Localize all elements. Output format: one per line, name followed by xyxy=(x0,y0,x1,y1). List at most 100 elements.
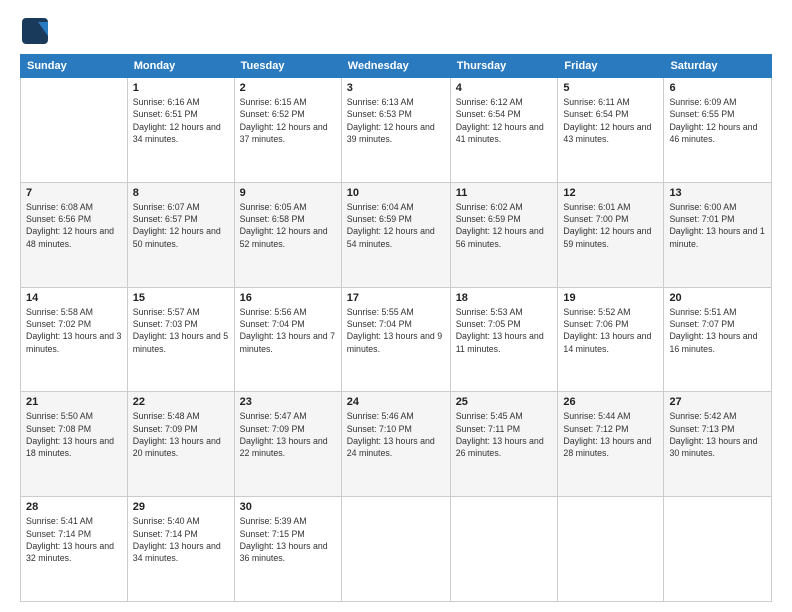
day-info: Sunrise: 6:11 AMSunset: 6:54 PMDaylight:… xyxy=(563,96,658,145)
logo-icon xyxy=(20,16,50,46)
day-cell: 14 Sunrise: 5:58 AMSunset: 7:02 PMDayligh… xyxy=(21,287,128,392)
day-cell: 10 Sunrise: 6:04 AMSunset: 6:59 PMDayligh… xyxy=(341,182,450,287)
day-info: Sunrise: 5:57 AMSunset: 7:03 PMDaylight:… xyxy=(133,306,229,355)
day-cell: 3 Sunrise: 6:13 AMSunset: 6:53 PMDaylight… xyxy=(341,78,450,183)
day-cell: 2 Sunrise: 6:15 AMSunset: 6:52 PMDaylight… xyxy=(234,78,341,183)
day-info: Sunrise: 6:13 AMSunset: 6:53 PMDaylight:… xyxy=(347,96,445,145)
day-info: Sunrise: 6:09 AMSunset: 6:55 PMDaylight:… xyxy=(669,96,766,145)
day-cell: 8Sunrise: 6:07 AMSunset: 6:57 PMDaylight… xyxy=(127,182,234,287)
day-info: Sunrise: 6:08 AMSunset: 6:56 PMDaylight:… xyxy=(26,201,122,250)
week-row-1: 7 Sunrise: 6:08 AMSunset: 6:56 PMDaylight… xyxy=(21,182,772,287)
day-cell: 29 Sunrise: 5:40 AMSunset: 7:14 PMDayligh… xyxy=(127,497,234,602)
day-info: Sunrise: 5:50 AMSunset: 7:08 PMDaylight:… xyxy=(26,410,122,459)
day-info: Sunrise: 5:44 AMSunset: 7:12 PMDaylight:… xyxy=(563,410,658,459)
day-number: 16 xyxy=(240,292,336,304)
day-info: Sunrise: 6:05 AMSunset: 6:58 PMDaylight:… xyxy=(240,201,336,250)
logo xyxy=(20,16,54,46)
day-number: 13 xyxy=(669,187,766,199)
day-number: 30 xyxy=(240,501,336,513)
col-sunday: Sunday xyxy=(21,55,128,78)
day-cell: 24Sunrise: 5:46 AMSunset: 7:10 PMDayligh… xyxy=(341,392,450,497)
day-cell xyxy=(450,497,558,602)
day-number: 22 xyxy=(133,396,229,408)
day-info: Sunrise: 6:00 AMSunset: 7:01 PMDaylight:… xyxy=(669,201,766,250)
day-info: Sunrise: 6:04 AMSunset: 6:59 PMDaylight:… xyxy=(347,201,445,250)
day-number: 29 xyxy=(133,501,229,513)
col-wednesday: Wednesday xyxy=(341,55,450,78)
day-number: 11 xyxy=(456,187,553,199)
col-thursday: Thursday xyxy=(450,55,558,78)
week-row-2: 14 Sunrise: 5:58 AMSunset: 7:02 PMDayligh… xyxy=(21,287,772,392)
day-info: Sunrise: 5:51 AMSunset: 7:07 PMDaylight:… xyxy=(669,306,766,355)
week-row-3: 21 Sunrise: 5:50 AMSunset: 7:08 PMDayligh… xyxy=(21,392,772,497)
day-number: 18 xyxy=(456,292,553,304)
day-number: 14 xyxy=(26,292,122,304)
day-number: 2 xyxy=(240,82,336,94)
day-number: 9 xyxy=(240,187,336,199)
calendar-table: Sunday Monday Tuesday Wednesday Thursday… xyxy=(20,54,772,602)
day-cell: 6 Sunrise: 6:09 AMSunset: 6:55 PMDaylight… xyxy=(664,78,772,183)
day-number: 3 xyxy=(347,82,445,94)
day-info: Sunrise: 5:52 AMSunset: 7:06 PMDaylight:… xyxy=(563,306,658,355)
day-info: Sunrise: 5:56 AMSunset: 7:04 PMDaylight:… xyxy=(240,306,336,355)
day-cell: 30 Sunrise: 5:39 AMSunset: 7:15 PMDayligh… xyxy=(234,497,341,602)
day-info: Sunrise: 5:58 AMSunset: 7:02 PMDaylight:… xyxy=(26,306,122,355)
day-info: Sunrise: 6:01 AMSunset: 7:00 PMDaylight:… xyxy=(563,201,658,250)
col-saturday: Saturday xyxy=(664,55,772,78)
day-cell: 11 Sunrise: 6:02 AMSunset: 6:59 PMDayligh… xyxy=(450,182,558,287)
day-cell: 4 Sunrise: 6:12 AMSunset: 6:54 PMDaylight… xyxy=(450,78,558,183)
col-monday: Monday xyxy=(127,55,234,78)
day-number: 20 xyxy=(669,292,766,304)
day-info: Sunrise: 5:47 AMSunset: 7:09 PMDaylight:… xyxy=(240,410,336,459)
header-row: Sunday Monday Tuesday Wednesday Thursday… xyxy=(21,55,772,78)
day-info: Sunrise: 5:45 AMSunset: 7:11 PMDaylight:… xyxy=(456,410,553,459)
day-cell: 15 Sunrise: 5:57 AMSunset: 7:03 PMDayligh… xyxy=(127,287,234,392)
day-number: 21 xyxy=(26,396,122,408)
day-number: 7 xyxy=(26,187,122,199)
day-cell: 12Sunrise: 6:01 AMSunset: 7:00 PMDayligh… xyxy=(558,182,664,287)
day-cell: 5Sunrise: 6:11 AMSunset: 6:54 PMDaylight… xyxy=(558,78,664,183)
week-row-0: 1 Sunrise: 6:16 AMSunset: 6:51 PMDaylight… xyxy=(21,78,772,183)
day-number: 19 xyxy=(563,292,658,304)
day-info: Sunrise: 6:12 AMSunset: 6:54 PMDaylight:… xyxy=(456,96,553,145)
day-cell: 25Sunrise: 5:45 AMSunset: 7:11 PMDayligh… xyxy=(450,392,558,497)
col-tuesday: Tuesday xyxy=(234,55,341,78)
day-cell: 16 Sunrise: 5:56 AMSunset: 7:04 PMDayligh… xyxy=(234,287,341,392)
col-friday: Friday xyxy=(558,55,664,78)
week-row-4: 28Sunrise: 5:41 AMSunset: 7:14 PMDayligh… xyxy=(21,497,772,602)
day-cell xyxy=(341,497,450,602)
day-info: Sunrise: 5:48 AMSunset: 7:09 PMDaylight:… xyxy=(133,410,229,459)
day-info: Sunrise: 6:16 AMSunset: 6:51 PMDaylight:… xyxy=(133,96,229,145)
day-info: Sunrise: 5:53 AMSunset: 7:05 PMDaylight:… xyxy=(456,306,553,355)
day-cell: 21 Sunrise: 5:50 AMSunset: 7:08 PMDayligh… xyxy=(21,392,128,497)
day-cell: 19 Sunrise: 5:52 AMSunset: 7:06 PMDayligh… xyxy=(558,287,664,392)
day-info: Sunrise: 6:07 AMSunset: 6:57 PMDaylight:… xyxy=(133,201,229,250)
day-cell: 22 Sunrise: 5:48 AMSunset: 7:09 PMDayligh… xyxy=(127,392,234,497)
day-info: Sunrise: 5:39 AMSunset: 7:15 PMDaylight:… xyxy=(240,515,336,564)
day-number: 6 xyxy=(669,82,766,94)
day-cell: 20 Sunrise: 5:51 AMSunset: 7:07 PMDayligh… xyxy=(664,287,772,392)
day-number: 23 xyxy=(240,396,336,408)
day-number: 28 xyxy=(26,501,122,513)
day-cell: 13 Sunrise: 6:00 AMSunset: 7:01 PMDayligh… xyxy=(664,182,772,287)
day-info: Sunrise: 6:15 AMSunset: 6:52 PMDaylight:… xyxy=(240,96,336,145)
day-info: Sunrise: 5:55 AMSunset: 7:04 PMDaylight:… xyxy=(347,306,445,355)
calendar-page: Sunday Monday Tuesday Wednesday Thursday… xyxy=(0,0,792,612)
day-cell: 23 Sunrise: 5:47 AMSunset: 7:09 PMDayligh… xyxy=(234,392,341,497)
day-cell xyxy=(21,78,128,183)
day-info: Sunrise: 6:02 AMSunset: 6:59 PMDaylight:… xyxy=(456,201,553,250)
day-number: 24 xyxy=(347,396,445,408)
day-cell: 7 Sunrise: 6:08 AMSunset: 6:56 PMDaylight… xyxy=(21,182,128,287)
day-number: 10 xyxy=(347,187,445,199)
day-number: 1 xyxy=(133,82,229,94)
day-cell: 17 Sunrise: 5:55 AMSunset: 7:04 PMDayligh… xyxy=(341,287,450,392)
day-cell xyxy=(664,497,772,602)
day-info: Sunrise: 5:42 AMSunset: 7:13 PMDaylight:… xyxy=(669,410,766,459)
day-cell: 26Sunrise: 5:44 AMSunset: 7:12 PMDayligh… xyxy=(558,392,664,497)
day-info: Sunrise: 5:40 AMSunset: 7:14 PMDaylight:… xyxy=(133,515,229,564)
day-number: 4 xyxy=(456,82,553,94)
day-number: 15 xyxy=(133,292,229,304)
day-number: 27 xyxy=(669,396,766,408)
day-number: 17 xyxy=(347,292,445,304)
day-cell: 27 Sunrise: 5:42 AMSunset: 7:13 PMDayligh… xyxy=(664,392,772,497)
